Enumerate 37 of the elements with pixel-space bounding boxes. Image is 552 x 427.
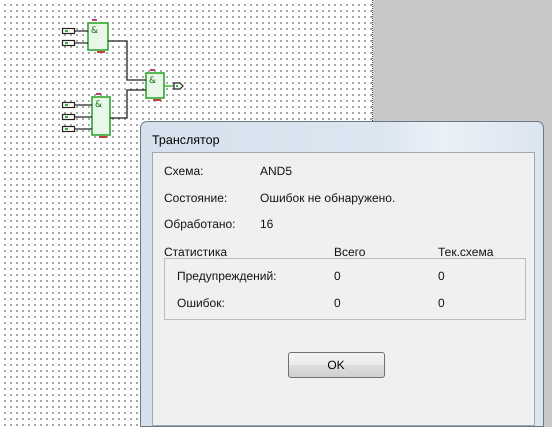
and-gate	[87, 22, 109, 51]
wire	[108, 40, 146, 81]
gate-symbol: &	[149, 76, 156, 86]
gate-mark	[97, 51, 105, 53]
gate-mark	[96, 93, 101, 95]
input-pin	[62, 40, 88, 46]
table-cell-text: 0	[438, 296, 446, 312]
input-pin	[62, 114, 92, 120]
table-cell-text: 0	[334, 296, 342, 312]
field-label: Схема:	[164, 164, 204, 178]
input-pin	[62, 102, 92, 108]
ok-button[interactable]: OK	[288, 352, 384, 378]
column-header: Статистика	[164, 244, 228, 258]
table-cell-text: 0	[334, 268, 342, 284]
gate-mark	[150, 69, 155, 71]
output-pin	[164, 82, 184, 90]
field-value: AND5	[260, 164, 294, 178]
field-label: Обработано:	[164, 217, 237, 231]
column-header: Всего	[334, 244, 366, 258]
field-label: Состояние:	[164, 190, 228, 204]
field-value: 16	[260, 217, 274, 231]
row-label: Предупреждений:	[177, 268, 278, 284]
and-gate	[145, 72, 165, 99]
gate-symbol: &	[91, 26, 98, 36]
gate-symbol: &	[95, 100, 102, 110]
input-pin	[62, 126, 92, 132]
gate-mark	[92, 19, 97, 21]
input-pin	[62, 28, 88, 34]
wire	[110, 89, 146, 119]
row-label: Ошибок:	[177, 296, 226, 312]
and-gate	[91, 96, 111, 136]
gate-mark	[99, 136, 107, 138]
gate-mark	[153, 99, 161, 101]
field-value: Ошибок не обнаружено.	[260, 190, 396, 204]
window-title: Транслятор	[152, 132, 220, 149]
column-header: Тек.схема	[438, 244, 494, 258]
table-cell-text: 0	[438, 268, 446, 284]
